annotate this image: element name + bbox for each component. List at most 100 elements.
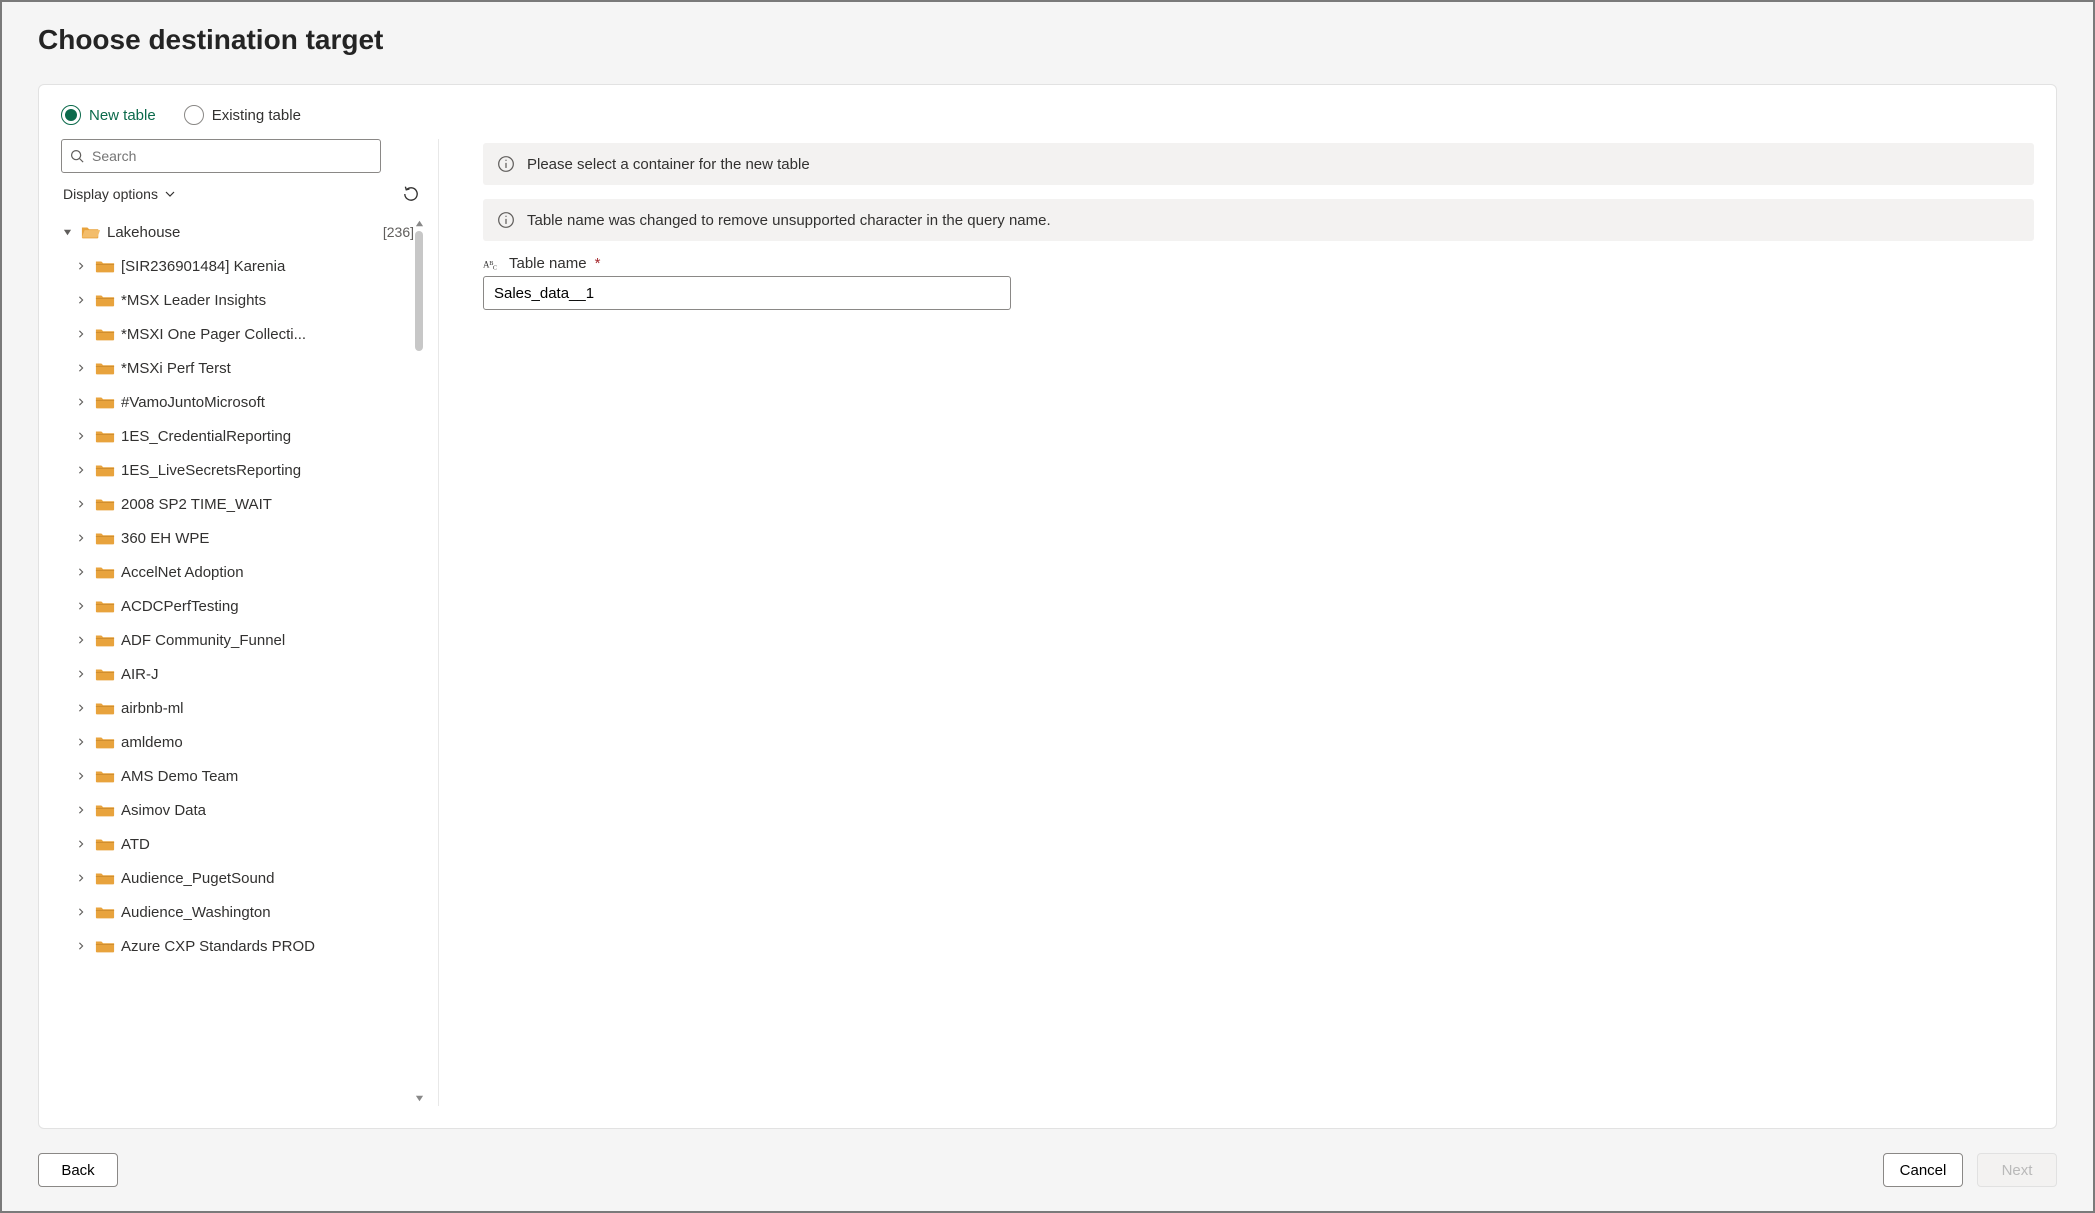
- folder-icon: [95, 870, 115, 886]
- scroll-up-icon[interactable]: [412, 215, 426, 231]
- info-select-container: Please select a container for the new ta…: [483, 143, 2034, 185]
- expand-icon: [77, 772, 89, 780]
- tree-item-label: AccelNet Adoption: [121, 564, 416, 581]
- tree-item-label: amldemo: [121, 734, 416, 751]
- tree-item[interactable]: #VamoJuntoMicrosoft: [61, 385, 420, 419]
- tree-item[interactable]: 1ES_LiveSecretsReporting: [61, 453, 420, 487]
- folder-icon: [95, 326, 115, 342]
- folder-icon: [95, 530, 115, 546]
- tree-scrollbar[interactable]: [412, 215, 426, 1106]
- tree-item[interactable]: Audience_PugetSound: [61, 861, 420, 895]
- tree-item[interactable]: airbnb-ml: [61, 691, 420, 725]
- info-icon: [497, 211, 515, 229]
- expand-icon: [77, 364, 89, 372]
- info-select-container-text: Please select a container for the new ta…: [527, 156, 810, 173]
- tree-item[interactable]: ACDCPerfTesting: [61, 589, 420, 623]
- scroll-down-icon[interactable]: [412, 1090, 426, 1106]
- search-input[interactable]: [61, 139, 381, 173]
- scroll-thumb[interactable]: [415, 231, 423, 351]
- radio-existing-table[interactable]: Existing table: [184, 105, 301, 125]
- svg-text:C: C: [493, 264, 497, 271]
- required-star-icon: *: [595, 255, 601, 272]
- expand-icon: [77, 704, 89, 712]
- tree-item[interactable]: 1ES_CredentialReporting: [61, 419, 420, 453]
- info-name-changed: Table name was changed to remove unsuppo…: [483, 199, 2034, 241]
- tree-item[interactable]: ADF Community_Funnel: [61, 623, 420, 657]
- expand-icon: [77, 806, 89, 814]
- expand-icon: [77, 568, 89, 576]
- folder-icon: [95, 496, 115, 512]
- tree-item-label: 2008 SP2 TIME_WAIT: [121, 496, 416, 513]
- tree-item-label: *MSXi Perf Terst: [121, 360, 416, 377]
- expand-icon: [77, 432, 89, 440]
- expand-icon: [77, 670, 89, 678]
- tree-item[interactable]: [SIR236901484] Karenia: [61, 249, 420, 283]
- folder-icon: [95, 428, 115, 444]
- tree-item-label: 1ES_LiveSecretsReporting: [121, 462, 416, 479]
- expand-icon: [77, 942, 89, 950]
- tree-item-label: Audience_Washington: [121, 904, 416, 921]
- tree-item[interactable]: Audience_Washington: [61, 895, 420, 929]
- folder-icon: [95, 904, 115, 920]
- tree-item-label: *MSX Leader Insights: [121, 292, 416, 309]
- tree-item[interactable]: Asimov Data: [61, 793, 420, 827]
- expand-icon: [77, 296, 89, 304]
- folder-icon: [95, 462, 115, 478]
- folder-icon: [95, 360, 115, 376]
- back-button[interactable]: Back: [38, 1153, 118, 1187]
- page-title: Choose destination target: [38, 24, 2057, 56]
- radio-new-table[interactable]: New table: [61, 105, 156, 125]
- tree-item-label: 360 EH WPE: [121, 530, 416, 547]
- tree-item[interactable]: *MSXi Perf Terst: [61, 351, 420, 385]
- expand-icon: [77, 908, 89, 916]
- tree-item[interactable]: 2008 SP2 TIME_WAIT: [61, 487, 420, 521]
- tree-item-label: Asimov Data: [121, 802, 416, 819]
- tree-item[interactable]: 360 EH WPE: [61, 521, 420, 555]
- display-options-label: Display options: [63, 186, 158, 202]
- tree-root-label: Lakehouse: [107, 224, 377, 241]
- cancel-button[interactable]: Cancel: [1883, 1153, 1963, 1187]
- info-icon: [497, 155, 515, 173]
- tree-item-label: AIR-J: [121, 666, 416, 683]
- folder-icon: [95, 768, 115, 784]
- tree-item[interactable]: amldemo: [61, 725, 420, 759]
- tree-item[interactable]: *MSX Leader Insights: [61, 283, 420, 317]
- refresh-button[interactable]: [400, 183, 422, 205]
- collapse-icon: [63, 228, 75, 237]
- folder-icon: [95, 632, 115, 648]
- expand-icon: [77, 738, 89, 746]
- tree-item[interactable]: *MSXI One Pager Collecti...: [61, 317, 420, 351]
- expand-icon: [77, 262, 89, 270]
- folder-icon: [95, 598, 115, 614]
- expand-icon: [77, 636, 89, 644]
- folder-icon: [95, 734, 115, 750]
- folder-icon: [95, 938, 115, 954]
- tree-item[interactable]: ATD: [61, 827, 420, 861]
- radio-new-table-label: New table: [89, 107, 156, 124]
- expand-icon: [77, 534, 89, 542]
- tree-item[interactable]: AIR-J: [61, 657, 420, 691]
- folder-open-icon: [81, 224, 101, 240]
- folder-icon: [95, 258, 115, 274]
- tree-item-label: AMS Demo Team: [121, 768, 416, 785]
- expand-icon: [77, 398, 89, 406]
- radio-dot-icon: [184, 105, 204, 125]
- radio-existing-table-label: Existing table: [212, 107, 301, 124]
- tree-item[interactable]: AccelNet Adoption: [61, 555, 420, 589]
- tree-item-label: 1ES_CredentialReporting: [121, 428, 416, 445]
- tree-item-label: ADF Community_Funnel: [121, 632, 416, 649]
- abc-type-icon: A B C: [483, 257, 501, 271]
- display-options-button[interactable]: Display options: [63, 186, 176, 202]
- tree-item-label: airbnb-ml: [121, 700, 416, 717]
- tree-item[interactable]: AMS Demo Team: [61, 759, 420, 793]
- tree-item-label: ACDCPerfTesting: [121, 598, 416, 615]
- folder-icon: [95, 700, 115, 716]
- expand-icon: [77, 500, 89, 508]
- table-name-input[interactable]: [483, 276, 1011, 310]
- tree-item-label: #VamoJuntoMicrosoft: [121, 394, 416, 411]
- tree-root-lakehouse[interactable]: Lakehouse [236]: [61, 215, 420, 249]
- tree-item[interactable]: Azure CXP Standards PROD: [61, 929, 420, 963]
- folder-icon: [95, 666, 115, 682]
- expand-icon: [77, 466, 89, 474]
- folder-icon: [95, 802, 115, 818]
